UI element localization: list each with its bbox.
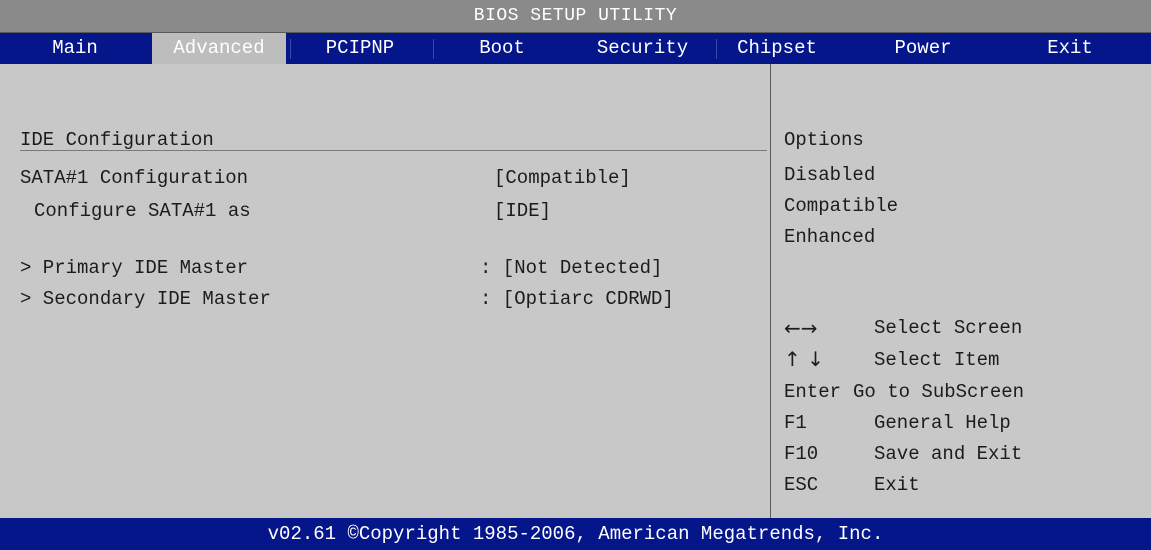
status-bar: v02.61 ©Copyright 1985-2006, American Me… xyxy=(0,518,1151,550)
tab-pcipnp[interactable]: PCIPNP xyxy=(291,33,429,64)
tab-exit[interactable]: Exit xyxy=(990,33,1150,64)
window-title: BIOS SETUP UTILITY xyxy=(473,6,678,26)
help-key-action: Select Screen xyxy=(874,317,1023,339)
help-option: Compatible xyxy=(784,195,899,217)
status-secondary-ide-master: : [Optiarc CDRWD] xyxy=(480,288,674,310)
help-option: Disabled xyxy=(784,164,876,186)
page-title: IDE Configuration xyxy=(20,129,214,151)
setting-label-sata1-configuration[interactable]: SATA#1 Configuration xyxy=(20,166,248,190)
help-key-action: Go to SubScreen xyxy=(853,381,1025,403)
help-key: F10 xyxy=(784,443,819,465)
tab-boot[interactable]: Boot xyxy=(434,33,570,64)
up-down-arrows-icon: ↑ ↓ xyxy=(784,347,824,371)
tab-main[interactable]: Main xyxy=(0,33,150,64)
copyright-text: v02.61 ©Copyright 1985-2006, American Me… xyxy=(267,523,884,545)
tab-power[interactable]: Power xyxy=(860,33,986,64)
tab-security[interactable]: Security xyxy=(570,33,715,64)
help-key: ESC xyxy=(784,474,819,496)
setting-label-configure-sata1-as[interactable]: Configure SATA#1 as xyxy=(34,199,251,223)
help-key-action: General Help xyxy=(874,412,1011,434)
setting-value-sata1-configuration[interactable]: [Compatible] xyxy=(494,166,631,190)
help-key: F1 xyxy=(784,412,807,434)
tab-chipset[interactable]: Chipset xyxy=(717,33,837,64)
help-key-action: Select Item xyxy=(874,349,1000,371)
tab-advanced[interactable]: Advanced xyxy=(152,33,286,64)
submenu-primary-ide-master[interactable]: > Primary IDE Master xyxy=(20,256,248,280)
help-key-action: Exit xyxy=(874,474,920,496)
heading-divider xyxy=(20,150,767,151)
setting-value-configure-sata1-as[interactable]: [IDE] xyxy=(494,199,551,223)
help-title: Options xyxy=(784,129,864,151)
status-primary-ide-master: : [Not Detected] xyxy=(480,257,663,279)
submenu-secondary-ide-master[interactable]: > Secondary IDE Master xyxy=(20,287,271,311)
menu-bar: Main Advanced PCIPNP Boot Security Chips… xyxy=(0,33,1151,64)
left-right-arrows-icon: ←→ xyxy=(784,316,818,340)
help-option: Enhanced xyxy=(784,226,876,248)
help-key-action: Save and Exit xyxy=(874,443,1023,465)
title-bar: BIOS SETUP UTILITY xyxy=(0,0,1151,33)
help-key: Enter xyxy=(784,381,842,403)
